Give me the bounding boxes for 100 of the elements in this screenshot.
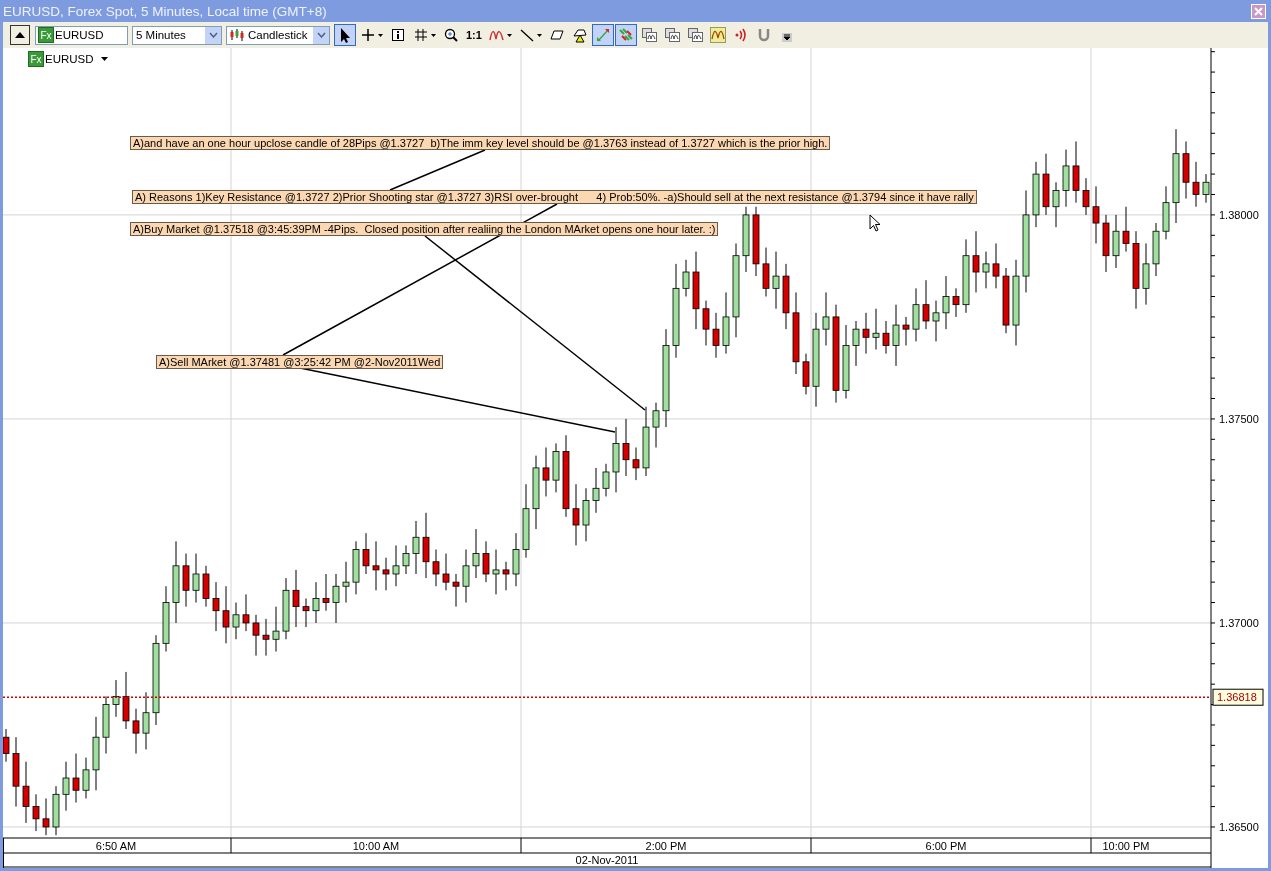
candlestick bbox=[1072, 140, 1080, 204]
candlestick bbox=[202, 565, 210, 608]
info-icon bbox=[390, 27, 406, 43]
date-label: 02-Nov-2011 bbox=[575, 854, 639, 866]
candlestick-icon bbox=[230, 29, 244, 41]
candlestick bbox=[992, 242, 1000, 289]
candlestick bbox=[112, 679, 120, 718]
striped-icon bbox=[617, 27, 634, 43]
ref-line-label: 1.36818 bbox=[1217, 691, 1257, 704]
candlestick bbox=[982, 251, 990, 289]
eraser-icon bbox=[548, 27, 565, 43]
period-dropdown[interactable]: 5 Minutes bbox=[132, 25, 222, 45]
candlestick bbox=[52, 785, 60, 836]
chart-type-dropdown[interactable]: Candlestick bbox=[226, 25, 330, 45]
shift-tool[interactable] bbox=[614, 24, 637, 46]
candlestick bbox=[482, 540, 490, 583]
candlestick bbox=[22, 761, 30, 824]
candlestick bbox=[1002, 267, 1010, 334]
candlestick bbox=[542, 447, 550, 497]
candlestick bbox=[612, 426, 620, 493]
instrument-field[interactable]: EURUSD bbox=[55, 29, 104, 41]
candlestick bbox=[632, 447, 640, 481]
candlestick bbox=[182, 553, 190, 608]
note-label[interactable]: A) Reasons 1)Key Resistance @1.3727 2)Prior Shooting star @1.3727 3)RSI over-brought 4) Prob:50%. -a)Should sell at the next resistance @1.3794 since it have rally bbox=[132, 190, 977, 204]
candlestick bbox=[372, 540, 380, 591]
candlestick bbox=[132, 708, 140, 755]
candlestick bbox=[552, 442, 560, 493]
note-label[interactable]: A)and have an one hour upclose candle of 28Pips @1.3727 b)The imm key level should be @1.3763 instead of 1.3727 which is the prior high. bbox=[130, 136, 831, 150]
chart-window-icon bbox=[640, 27, 657, 43]
candlestick bbox=[1092, 185, 1100, 244]
candlestick bbox=[102, 695, 110, 755]
caret-icon[interactable] bbox=[100, 57, 108, 61]
candlestick bbox=[952, 287, 960, 318]
candlestick bbox=[822, 291, 830, 346]
candlestick bbox=[462, 549, 470, 604]
candlestick bbox=[382, 557, 390, 591]
candlestick bbox=[782, 263, 790, 330]
caret-icon bbox=[536, 33, 542, 37]
diagonal-arrow-icon bbox=[594, 27, 611, 43]
wave-icon bbox=[709, 27, 726, 43]
candlestick bbox=[352, 540, 360, 595]
candlestick bbox=[192, 553, 200, 604]
candlestick bbox=[1152, 222, 1160, 277]
candlestick bbox=[1082, 177, 1090, 216]
candlestick bbox=[912, 287, 920, 342]
note-label[interactable]: A)Sell MArket @1.37481 @3:25:42 PM @2-Nov2011Wed bbox=[156, 355, 444, 369]
fx-badge: Fx bbox=[28, 51, 44, 67]
axis-label: 1.37500 bbox=[1219, 412, 1259, 425]
candlestick bbox=[652, 402, 660, 448]
chevron-icon bbox=[316, 32, 326, 38]
note-label[interactable]: A)Buy Market @1.37518 @3:45:39PM -4Pips. Closed position after realiing the London MArket opens one hour later. :) bbox=[130, 222, 719, 236]
candlestick bbox=[802, 353, 810, 395]
candlestick bbox=[232, 602, 240, 640]
axis-label: 2:00 PM bbox=[645, 840, 687, 852]
candlestick bbox=[212, 581, 220, 632]
window-title: EURUSD, Forex Spot, 5 Minutes, Local time (GMT+8) bbox=[3, 3, 327, 19]
candlestick bbox=[222, 585, 230, 644]
axis-label: 6:50 AM bbox=[95, 840, 137, 852]
axis-label: 1.36500 bbox=[1219, 821, 1259, 833]
candlestick bbox=[392, 544, 400, 587]
candlestick bbox=[852, 320, 860, 367]
candlestick bbox=[892, 304, 900, 367]
axis-label: 6:00 PM bbox=[925, 840, 967, 852]
chevron-icon bbox=[208, 32, 218, 38]
candlestick bbox=[402, 544, 410, 575]
chart-window-icon bbox=[686, 27, 703, 43]
candlestick bbox=[3, 728, 10, 763]
collapse-button[interactable] bbox=[10, 25, 30, 45]
candlestick bbox=[12, 736, 20, 808]
grid-icon bbox=[413, 27, 429, 43]
candlestick bbox=[242, 593, 250, 632]
candlestick bbox=[1042, 153, 1050, 216]
candlestick bbox=[1182, 140, 1190, 200]
diagonal-line-icon bbox=[518, 27, 535, 43]
candlestick bbox=[32, 793, 40, 832]
axis-label: 10:00 PM bbox=[1102, 840, 1150, 852]
scale-button[interactable]: 1:1 bbox=[463, 24, 485, 46]
candlestick bbox=[1192, 161, 1200, 208]
plus-icon bbox=[360, 27, 376, 43]
close-button[interactable] bbox=[1251, 3, 1266, 19]
candlestick bbox=[762, 247, 770, 297]
candlestick bbox=[252, 614, 260, 657]
candlestick bbox=[572, 483, 580, 546]
candlestick bbox=[902, 316, 910, 346]
candlestick bbox=[602, 463, 610, 497]
candlestick bbox=[452, 573, 460, 608]
autoscale-tool[interactable] bbox=[591, 24, 614, 46]
candlestick bbox=[882, 320, 890, 355]
candlestick bbox=[312, 581, 320, 624]
pointer-tool[interactable] bbox=[334, 24, 356, 46]
candlestick bbox=[742, 206, 750, 273]
candlestick bbox=[622, 418, 630, 477]
candlestick bbox=[1112, 214, 1120, 269]
candlestick bbox=[502, 561, 510, 591]
candlestick bbox=[62, 761, 70, 812]
candlestick bbox=[1142, 242, 1150, 306]
candlestick bbox=[712, 312, 720, 359]
close-icon bbox=[1254, 6, 1263, 16]
instrument-label[interactable]: EURUSD bbox=[45, 53, 94, 65]
candlestick bbox=[942, 275, 950, 330]
